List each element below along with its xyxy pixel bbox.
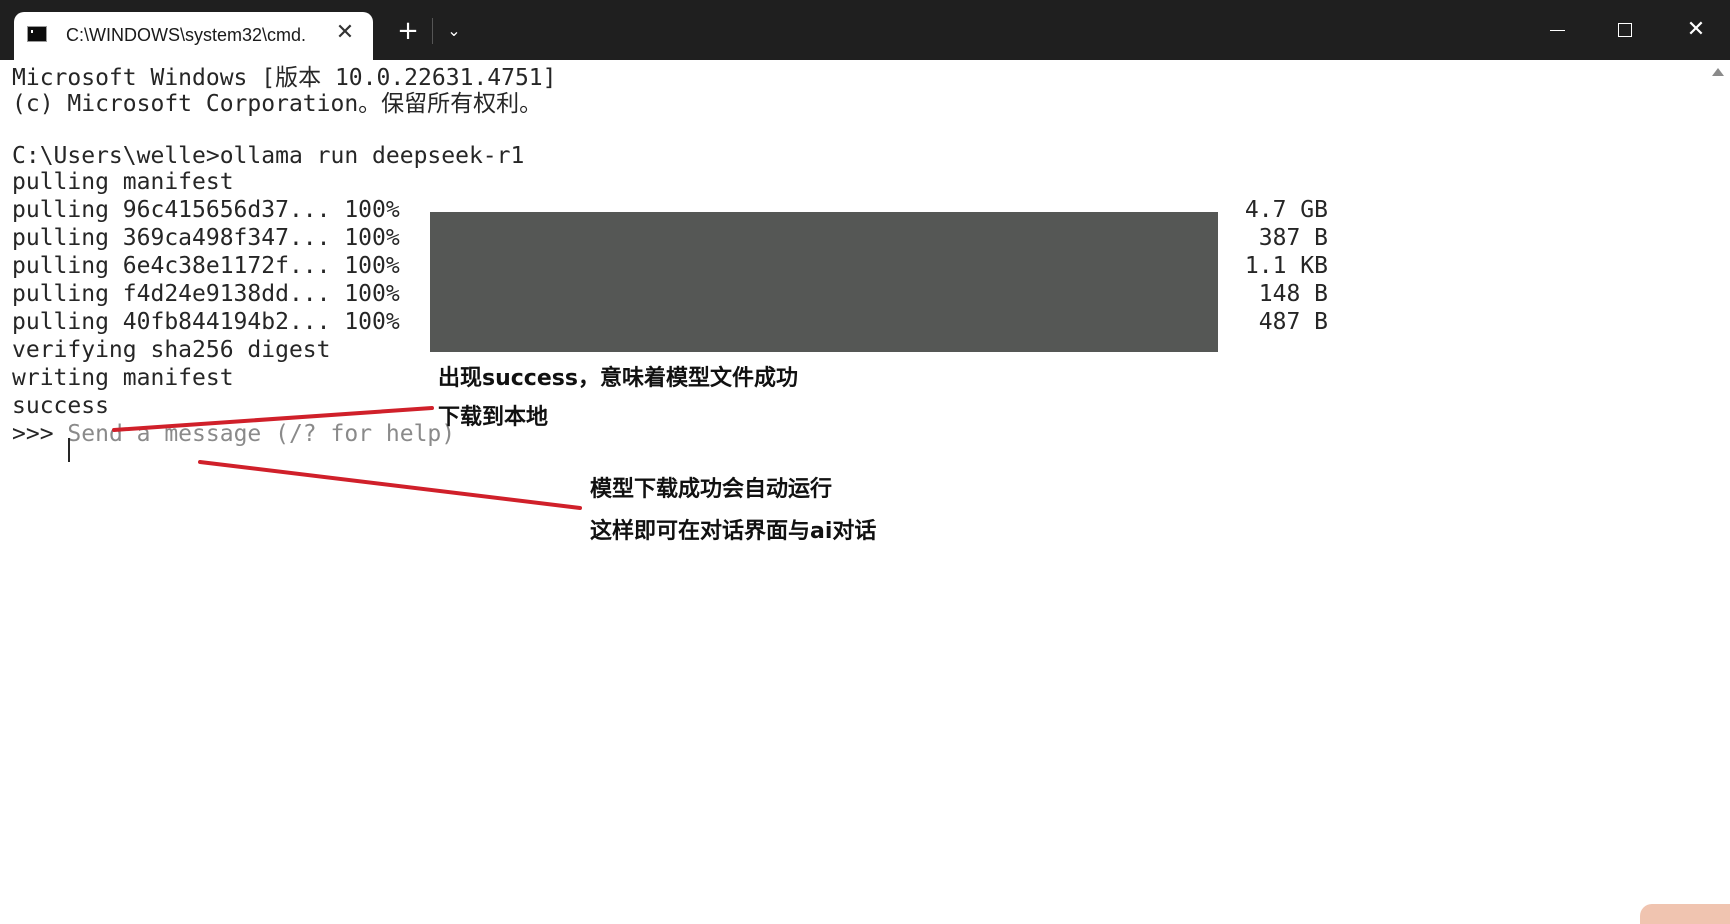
pull-line: pulling 96c415656d37... 100% [12, 197, 400, 223]
success-line: success [12, 393, 109, 419]
maximize-icon [1618, 23, 1632, 37]
progress-bar-fill [430, 212, 1218, 352]
taskbar-widget[interactable] [1640, 904, 1730, 924]
pull-size: 4.7 GB [1244, 197, 1328, 223]
terminal-icon [27, 26, 47, 42]
prompt-line[interactable]: >>> Send a message (/? for help) [12, 420, 455, 448]
close-button[interactable]: ✕ [1662, 0, 1730, 60]
minimize-button[interactable] [1523, 0, 1591, 60]
scroll-up-icon[interactable] [1712, 68, 1724, 76]
terminal-output[interactable]: Microsoft Windows [版本 10.0.22631.4751] (… [0, 60, 1705, 924]
pull-size: 1.1 KB [1244, 253, 1328, 279]
message-input[interactable]: Send a message (/? for help) [67, 421, 455, 447]
maximize-button[interactable] [1591, 0, 1659, 60]
pull-line: pulling 6e4c38e1172f... 100% [12, 253, 400, 279]
terminal-line: writing manifest [12, 365, 234, 391]
prompt-symbol: >>> [12, 421, 54, 447]
text-cursor [68, 438, 70, 462]
tab-title: C:\WINDOWS\system32\cmd. [66, 25, 307, 45]
annotation-text: 模型下载成功会自动运行 [590, 477, 833, 502]
pull-size: 387 B [1258, 225, 1328, 251]
pull-line: pulling 369ca498f347... 100% [12, 225, 400, 251]
new-tab-button[interactable]: + [390, 14, 426, 48]
terminal-line: Microsoft Windows [版本 10.0.22631.4751] [12, 65, 557, 91]
progress-bar [430, 212, 1218, 352]
terminal-line: verifying sha256 digest [12, 337, 331, 363]
annotation-text: 下载到本地 [438, 405, 549, 430]
annotation-text: 这样即可在对话界面与ai对话 [590, 519, 877, 544]
minimize-icon [1549, 29, 1565, 31]
pull-line: pulling f4d24e9138dd... 100% [12, 281, 400, 307]
tab-cmd[interactable]: C:\WINDOWS\system32\cmd. ✕ [14, 12, 373, 60]
tab-separator [432, 18, 433, 44]
terminal-line: C:\Users\welle>ollama run deepseek-r1 [12, 143, 525, 169]
terminal-line: (c) Microsoft Corporation。保留所有权利。 [12, 91, 543, 117]
pull-size: 487 B [1258, 309, 1328, 335]
title-bar: C:\WINDOWS\system32\cmd. ✕ + ⌄ ✕ [0, 0, 1730, 60]
tab-close-icon[interactable]: ✕ [332, 20, 358, 46]
chevron-down-icon[interactable]: ⌄ [438, 14, 470, 48]
terminal-line: pulling manifest [12, 169, 234, 195]
pull-line: pulling 40fb844194b2... 100% [12, 309, 400, 335]
annotation-text: 出现success，意味着模型文件成功 [438, 366, 798, 391]
vertical-scrollbar[interactable] [1705, 60, 1730, 924]
pull-size: 148 B [1258, 281, 1328, 307]
